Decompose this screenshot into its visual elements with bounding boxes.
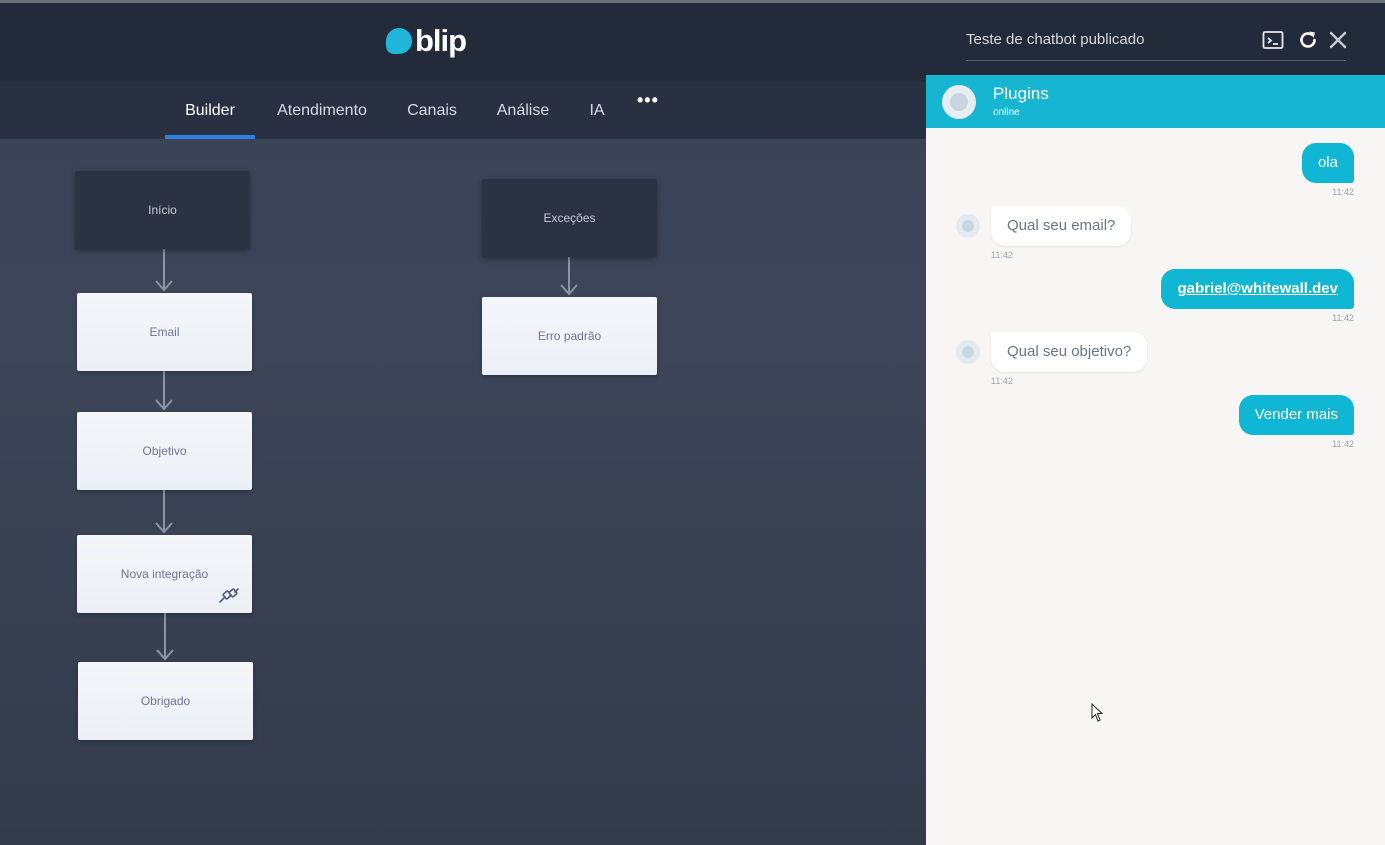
more-menu-icon[interactable]: •••: [637, 90, 659, 111]
nav-tab-canais[interactable]: Canais: [400, 82, 464, 139]
logo-bubble-icon: [386, 27, 412, 54]
close-icon[interactable]: [1327, 29, 1349, 51]
nav-tab-ia[interactable]: IA: [582, 82, 612, 139]
flow-node-erro-padrao[interactable]: Erro padrão: [482, 297, 657, 375]
chat-message-incoming: Qual seu email?: [991, 206, 1132, 246]
logo-text: blip: [415, 23, 467, 58]
flow-builder-canvas[interactable]: blip Builder Atendimento Canais Análise …: [0, 0, 926, 845]
chat-message-incoming: Qual seu objetivo?: [991, 332, 1148, 372]
mouse-cursor-icon: [1091, 703, 1103, 722]
message-time: 11:42: [1332, 313, 1354, 323]
message-time: 11:42: [991, 250, 1013, 260]
nav-tab-builder[interactable]: Builder: [165, 82, 255, 139]
main-nav: Builder Atendimento Canais Análise IA: [0, 82, 926, 139]
chat-message-outgoing: Vender mais: [1238, 395, 1354, 435]
message-time: 11:42: [1332, 187, 1354, 197]
flow-node-excecoes[interactable]: Exceções: [482, 179, 657, 257]
chatbot-test-panel: Teste de chatbot publicado Plugins onlin…: [926, 0, 1385, 845]
terminal-icon[interactable]: [1262, 29, 1284, 51]
chat-message-outgoing-email-link[interactable]: gabriel@whitewall.dev: [1161, 269, 1354, 309]
message-time: 11:42: [991, 376, 1013, 386]
chat-message-outgoing: ola: [1301, 143, 1354, 183]
blip-logo[interactable]: blip: [386, 23, 467, 58]
flow-node-label: Nova integração: [120, 567, 209, 581]
avatar-bubble-icon: [950, 93, 968, 111]
contact-status: online: [993, 107, 1020, 118]
contact-bar: Plugins online: [926, 75, 1385, 128]
nav-tab-atendimento[interactable]: Atendimento: [268, 82, 376, 139]
flow-node-nova-integracao[interactable]: Nova integração: [77, 535, 252, 613]
plug-icon: [219, 588, 239, 603]
message-time: 11:42: [1332, 439, 1354, 449]
flow-node-obrigado[interactable]: Obrigado: [78, 662, 253, 740]
nav-tab-analise[interactable]: Análise: [488, 82, 558, 139]
contact-avatar: [942, 85, 976, 119]
top-header: blip: [0, 0, 926, 82]
chat-title: Teste de chatbot publicado: [966, 29, 1346, 61]
refresh-icon[interactable]: [1297, 29, 1319, 51]
bot-avatar: [956, 214, 980, 238]
contact-name: Plugins: [993, 84, 1049, 103]
bot-avatar: [956, 340, 980, 364]
bot-bubble-icon: [962, 346, 974, 358]
bot-bubble-icon: [962, 220, 974, 232]
chat-header: Teste de chatbot publicado: [926, 3, 1385, 75]
flow-node-inicio[interactable]: Início: [75, 171, 250, 249]
flow-node-objetivo[interactable]: Objetivo: [77, 412, 252, 490]
flow-node-email[interactable]: Email: [77, 293, 252, 371]
